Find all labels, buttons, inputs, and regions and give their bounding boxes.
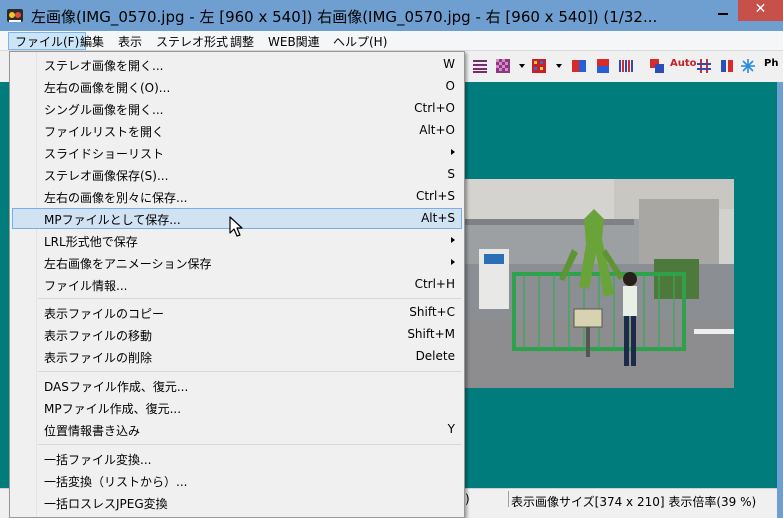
status-fragment: ) — [465, 492, 470, 506]
menu-item-shortcut: O — [445, 79, 455, 93]
menu-item-open-stereo[interactable]: ステレオ画像を開く... W — [12, 54, 462, 75]
menu-item-label: ファイル情報... — [44, 279, 128, 293]
menu-item-slideshow-list[interactable]: スライドショーリスト — [12, 142, 462, 163]
chevron-down-icon[interactable] — [519, 64, 525, 68]
top-bottom-icon[interactable] — [596, 59, 610, 73]
menu-item-label: 一括ファイル変換... — [44, 453, 152, 467]
menu-item-label: 左右の画像を別々に保存... — [44, 191, 188, 205]
column-interleave-icon[interactable] — [619, 59, 633, 73]
overlap-icon[interactable] — [650, 59, 664, 73]
menu-bar: ファイル(F) 編集 表示 ステレオ形式 調整 WEB関連 ヘルプ(H) — [0, 31, 783, 51]
menu-item-label: シングル画像を開く... — [44, 103, 164, 117]
close-icon: ✕ — [754, 1, 767, 17]
menu-item-shortcut: S — [447, 167, 455, 181]
menu-edit[interactable]: 編集 — [74, 32, 110, 50]
menu-item-label: DASファイル作成、復元... — [44, 380, 189, 394]
menu-view[interactable]: 表示 — [112, 32, 148, 50]
grid-icon[interactable] — [697, 59, 711, 73]
menu-item-save-lr-separately[interactable]: 左右の画像を別々に保存... Ctrl+S — [12, 186, 462, 207]
menu-item-shortcut: Shift+C — [409, 305, 455, 319]
menu-adjust[interactable]: 調整 — [224, 32, 260, 50]
color-mosaic-icon[interactable] — [532, 59, 546, 73]
menu-item-open-filelist[interactable]: ファイルリストを開く Alt+O — [12, 120, 462, 141]
title-bar: 左画像(IMG_0570.jpg - 左 [960 x 540]) 右画像(IM… — [0, 0, 783, 31]
stereo-photo — [464, 179, 734, 388]
menu-item-save-stereo[interactable]: ステレオ画像保存(S)... S — [12, 164, 462, 185]
submenu-arrow-icon — [451, 259, 455, 265]
menu-item-batch-lossless-jpeg[interactable]: 一括ロスレスJPEG変換 — [12, 492, 462, 513]
menu-item-label: MPファイルとして保存... — [44, 213, 181, 227]
menu-item-shortcut: Delete — [415, 349, 455, 363]
menu-item-shortcut: W — [443, 57, 455, 71]
menu-item-shortcut: Alt+S — [421, 211, 455, 225]
side-by-side-icon[interactable] — [572, 59, 586, 73]
menu-item-label: ステレオ画像保存(S)... — [44, 169, 169, 183]
menu-item-open-single[interactable]: シングル画像を開く... Ctrl+O — [12, 98, 462, 119]
menu-item-copy-file[interactable]: 表示ファイルのコピー Shift+C — [12, 302, 462, 323]
menu-stereo-format[interactable]: ステレオ形式 — [150, 32, 234, 50]
menu-item-save-animation[interactable]: 左右画像をアニメーション保存 — [12, 252, 462, 273]
menu-item-label: LRL形式他で保存 — [44, 235, 138, 249]
menu-separator — [38, 371, 462, 372]
menu-item-label: ステレオ画像を開く... — [44, 59, 164, 73]
menu-item-open-lr[interactable]: 左右の画像を開く(O)... O — [12, 76, 462, 97]
window-title: 左画像(IMG_0570.jpg - 左 [960 x 540]) 右画像(IM… — [31, 8, 658, 26]
menu-item-mp-file[interactable]: MPファイル作成、復元... — [12, 397, 462, 418]
menu-item-shortcut: Ctrl+S — [415, 189, 455, 203]
snowflake-icon[interactable] — [741, 59, 755, 73]
menu-item-shortcut: Shift+M — [407, 327, 455, 341]
menu-item-das-file[interactable]: DASファイル作成、復元... — [12, 375, 462, 396]
chevron-down-icon[interactable] — [556, 64, 562, 68]
mouse-cursor-icon — [229, 216, 243, 237]
menu-item-label: ファイルリストを開く — [44, 125, 165, 139]
menu-item-label: スライドショーリスト — [44, 147, 165, 161]
menu-item-label: 左右の画像を開く(O)... — [44, 81, 171, 95]
menu-item-shortcut: Ctrl+O — [414, 101, 455, 115]
menu-item-shortcut: Alt+O — [419, 123, 455, 137]
menu-item-batch-convert[interactable]: 一括ファイル変換... — [12, 448, 462, 469]
menu-help[interactable]: ヘルプ(H) — [327, 32, 393, 50]
menu-item-delete-file[interactable]: 表示ファイルの削除 Delete — [12, 346, 462, 367]
menu-item-label: 位置情報書き込み — [44, 424, 141, 438]
menu-item-label: 一括変換（リストから）... — [44, 475, 188, 489]
app-icon[interactable] — [6, 7, 24, 24]
close-button[interactable]: ✕ — [738, 0, 783, 21]
menu-item-label: 表示ファイルの削除 — [44, 351, 153, 365]
menu-web[interactable]: WEB関連 — [262, 32, 326, 50]
interlace-horizontal-icon[interactable] — [473, 59, 487, 73]
menu-item-label: 表示ファイルのコピー — [44, 307, 165, 321]
submenu-arrow-icon — [451, 149, 455, 155]
menu-item-file-info[interactable]: ファイル情報... Ctrl+H — [12, 274, 462, 295]
menu-item-write-location[interactable]: 位置情報書き込み Y — [12, 419, 462, 440]
auto-align-button[interactable]: Auto — [670, 58, 697, 69]
checker-pattern-icon[interactable] — [496, 59, 510, 73]
minimize-button[interactable] — [710, 0, 736, 21]
menu-item-label: MPファイル作成、復元... — [44, 402, 182, 416]
window-border — [777, 82, 783, 518]
menu-item-label: 左右画像をアニメーション保存 — [44, 257, 212, 271]
menu-item-label: 一括ロスレスJPEG変換 — [44, 497, 168, 511]
menu-separator — [38, 298, 462, 299]
status-image-info: 表示画像サイズ[374 x 210] 表示倍率(39 %) — [511, 495, 757, 509]
menu-item-shortcut: Y — [447, 422, 455, 436]
submenu-arrow-icon — [451, 237, 455, 243]
menu-item-shortcut: Ctrl+H — [414, 277, 455, 291]
swap-lr-icon[interactable] — [720, 59, 734, 73]
menu-separator — [38, 444, 462, 445]
file-menu-dropdown: ステレオ画像を開く... W 左右の画像を開く(O)... O シングル画像を開く.… — [9, 51, 465, 518]
menu-item-move-file[interactable]: 表示ファイルの移動 Shift+M — [12, 324, 462, 345]
status-divider — [508, 491, 509, 507]
menu-item-batch-convert-list[interactable]: 一括変換（リストから）... — [12, 470, 462, 491]
menu-item-label: 表示ファイルの移動 — [44, 329, 153, 343]
photo-button[interactable]: Ph — [764, 58, 778, 69]
